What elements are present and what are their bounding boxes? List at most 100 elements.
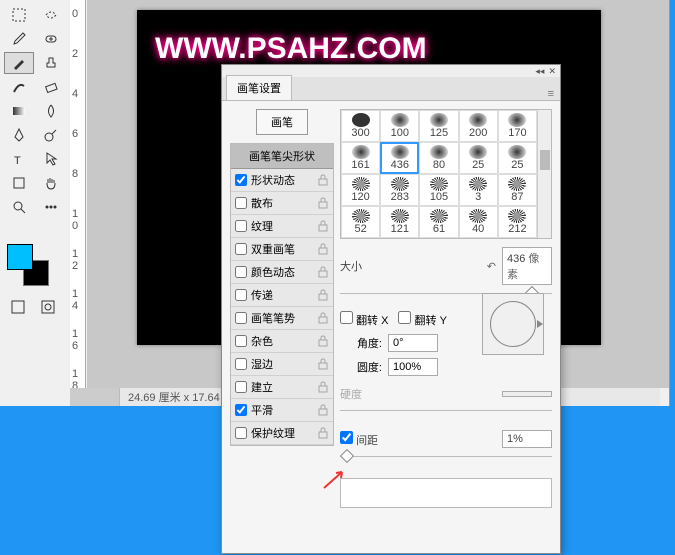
brush-preset-18[interactable]: 40 xyxy=(459,206,498,238)
angle-dial[interactable] xyxy=(482,293,544,355)
brush-preset-10[interactable]: 120 xyxy=(341,174,380,206)
healing-tool[interactable] xyxy=(36,28,66,50)
quickmask-mode-icon[interactable] xyxy=(35,296,61,318)
dodge-tool[interactable] xyxy=(36,124,66,146)
brush-thumb-icon xyxy=(391,113,409,127)
reset-size-icon[interactable]: ↶ xyxy=(487,260,496,273)
blur-tool[interactable] xyxy=(36,100,66,122)
brush-tool[interactable] xyxy=(4,52,34,74)
history-brush-tool[interactable] xyxy=(4,76,34,98)
brush-preset-11[interactable]: 283 xyxy=(380,174,419,206)
lock-icon[interactable] xyxy=(317,197,329,209)
pen-tool[interactable] xyxy=(4,124,34,146)
brush-preset-9[interactable]: 25 xyxy=(498,142,537,174)
brush-settings-panel: ◂◂ ✕ 画笔设置 ≡ 画笔 画笔笔尖形状 形状动态散布纹理双重画笔颜色动态传递… xyxy=(221,64,561,554)
collapse-icon[interactable]: ◂◂ xyxy=(535,66,544,77)
option-checkbox[interactable] xyxy=(235,289,247,301)
option-label: 建立 xyxy=(251,379,313,395)
panel-menu-icon[interactable]: ≡ xyxy=(548,88,554,100)
lock-icon[interactable] xyxy=(317,358,329,370)
brushes-button[interactable]: 画笔 xyxy=(256,109,308,135)
shape-tool[interactable] xyxy=(4,172,34,194)
lock-icon[interactable] xyxy=(317,381,329,393)
brush-option-10[interactable]: 平滑 xyxy=(231,399,333,422)
brush-preset-19[interactable]: 212 xyxy=(498,206,537,238)
brush-preset-6[interactable]: 436 xyxy=(380,142,419,174)
eyedropper-tool[interactable] xyxy=(4,28,34,50)
brush-option-7[interactable]: 杂色 xyxy=(231,330,333,353)
more-tool[interactable] xyxy=(36,196,66,218)
brush-option-3[interactable]: 双重画笔 xyxy=(231,238,333,261)
stamp-tool[interactable] xyxy=(36,52,66,74)
angle-input[interactable]: 0° xyxy=(388,334,438,352)
brush-option-8[interactable]: 湿边 xyxy=(231,353,333,376)
option-checkbox[interactable] xyxy=(235,266,247,278)
path-select-tool[interactable] xyxy=(36,148,66,170)
brush-option-6[interactable]: 画笔笔势 xyxy=(231,307,333,330)
brush-option-4[interactable]: 颜色动态 xyxy=(231,261,333,284)
brush-preset-8[interactable]: 25 xyxy=(459,142,498,174)
lock-icon[interactable] xyxy=(317,220,329,232)
brush-preset-14[interactable]: 87 xyxy=(498,174,537,206)
brush-option-5[interactable]: 传递 xyxy=(231,284,333,307)
brush-option-2[interactable]: 纹理 xyxy=(231,215,333,238)
zoom-tool[interactable] xyxy=(4,196,34,218)
spacing-slider[interactable] xyxy=(340,450,552,464)
brush-thumb-icon xyxy=(508,113,526,127)
close-icon[interactable]: ✕ xyxy=(548,66,556,77)
option-checkbox[interactable] xyxy=(235,381,247,393)
hand-tool[interactable] xyxy=(36,172,66,194)
brush-preset-17[interactable]: 61 xyxy=(419,206,458,238)
brush-preset-12[interactable]: 105 xyxy=(419,174,458,206)
lock-icon[interactable] xyxy=(317,266,329,278)
brush-option-1[interactable]: 散布 xyxy=(231,192,333,215)
brush-preset-3[interactable]: 200 xyxy=(459,110,498,142)
lasso-tool[interactable] xyxy=(36,4,66,26)
lock-icon[interactable] xyxy=(317,427,329,439)
option-checkbox[interactable] xyxy=(235,358,247,370)
lock-icon[interactable] xyxy=(317,404,329,416)
size-input[interactable]: 436 像素 xyxy=(502,247,552,285)
lock-icon[interactable] xyxy=(317,335,329,347)
eraser-tool[interactable] xyxy=(36,76,66,98)
brush-option-9[interactable]: 建立 xyxy=(231,376,333,399)
option-checkbox[interactable] xyxy=(235,243,247,255)
foreground-color[interactable] xyxy=(7,244,33,270)
brush-preset-5[interactable]: 161 xyxy=(341,142,380,174)
spacing-input[interactable]: 1% xyxy=(502,430,552,448)
option-checkbox[interactable] xyxy=(235,220,247,232)
flip-y-checkbox[interactable]: 翻转 Y xyxy=(398,311,446,328)
tab-brush-settings[interactable]: 画笔设置 xyxy=(226,75,292,100)
brush-preset-13[interactable]: 3 xyxy=(459,174,498,206)
spacing-checkbox[interactable]: 间距 xyxy=(340,431,378,448)
brush-preset-1[interactable]: 100 xyxy=(380,110,419,142)
gradient-tool[interactable] xyxy=(4,100,34,122)
brush-thumb-icon xyxy=(508,177,526,191)
lock-icon[interactable] xyxy=(317,289,329,301)
option-checkbox[interactable] xyxy=(235,427,247,439)
brush-preset-15[interactable]: 52 xyxy=(341,206,380,238)
brush-preset-2[interactable]: 125 xyxy=(419,110,458,142)
option-label: 湿边 xyxy=(251,356,313,372)
lock-icon[interactable] xyxy=(317,174,329,186)
option-checkbox[interactable] xyxy=(235,335,247,347)
lock-icon[interactable] xyxy=(317,243,329,255)
brush-preset-4[interactable]: 170 xyxy=(498,110,537,142)
lock-icon[interactable] xyxy=(317,312,329,324)
option-checkbox[interactable] xyxy=(235,174,247,186)
option-checkbox[interactable] xyxy=(235,197,247,209)
brush-option-0[interactable]: 形状动态 xyxy=(231,169,333,192)
standard-mode-icon[interactable] xyxy=(5,296,31,318)
type-tool[interactable]: T xyxy=(4,148,34,170)
brush-option-11[interactable]: 保护纹理 xyxy=(231,422,333,445)
option-checkbox[interactable] xyxy=(235,404,247,416)
brush-tip-shape-header[interactable]: 画笔笔尖形状 xyxy=(231,144,333,169)
roundness-input[interactable]: 100% xyxy=(388,358,438,376)
brush-preset-7[interactable]: 80 xyxy=(419,142,458,174)
brush-preset-16[interactable]: 121 xyxy=(380,206,419,238)
option-checkbox[interactable] xyxy=(235,312,247,324)
flip-x-checkbox[interactable]: 翻转 X xyxy=(340,311,388,328)
brush-preset-0[interactable]: 300 xyxy=(341,110,380,142)
brush-grid-scrollbar[interactable] xyxy=(537,110,551,238)
marquee-rect-tool[interactable] xyxy=(4,4,34,26)
